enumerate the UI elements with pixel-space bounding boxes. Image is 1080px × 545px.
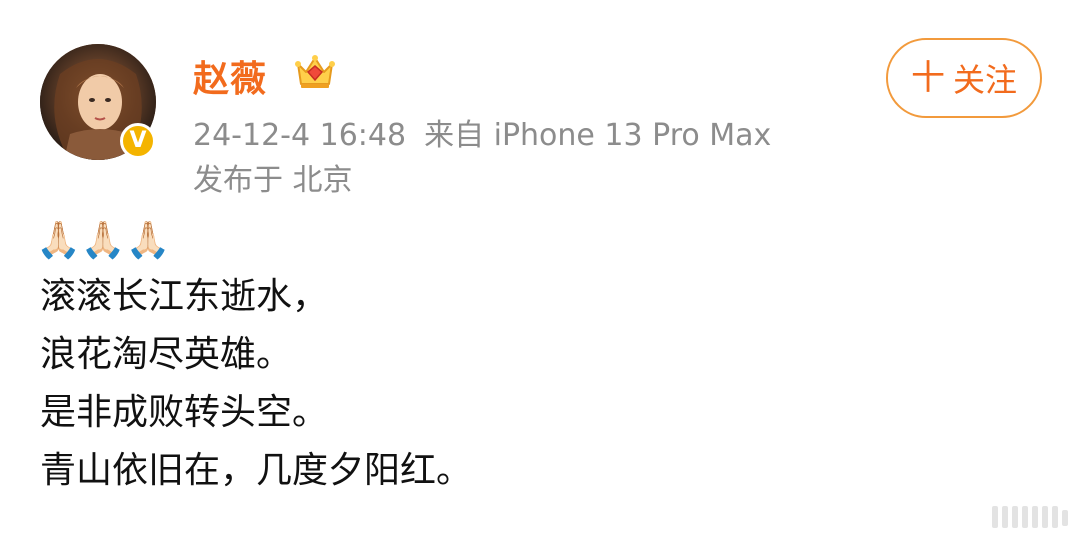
post-meta: 24-12-4 16:48 来自 iPhone 13 Pro Max xyxy=(193,110,789,154)
follow-label: 关注 xyxy=(952,61,1017,99)
post-text-line: 浪花淘尽英雄。 xyxy=(40,334,293,375)
crown-icon xyxy=(295,55,335,88)
author-name[interactable]: 赵薇 xyxy=(193,50,267,102)
post-text-line: 是非成败转头空。 xyxy=(40,392,329,433)
post-timestamp: 24-12-4 16:48 xyxy=(193,118,407,153)
verified-mark: V xyxy=(129,128,147,153)
verified-badge: V xyxy=(120,123,156,159)
post-text-line: 青山依旧在，几度夕阳红。 xyxy=(40,450,473,491)
post-text: 滚滚长江东逝水， 浪花淘尽英雄。 是非成败转头空。 青山依旧在，几度夕阳红。 xyxy=(40,268,472,500)
plus-icon: 十 xyxy=(910,58,945,98)
follow-button[interactable]: 十 关注 xyxy=(886,38,1042,118)
post-text-line: 滚滚长江东逝水， xyxy=(40,276,329,317)
watermark-icon xyxy=(992,506,1068,528)
post-source[interactable]: 来自 iPhone 13 Pro Max xyxy=(424,118,771,153)
prayer-emoji-row: 🙏🏻🙏🏻🙏🏻 xyxy=(36,220,171,261)
post-location: 发布于 北京 xyxy=(193,163,353,198)
